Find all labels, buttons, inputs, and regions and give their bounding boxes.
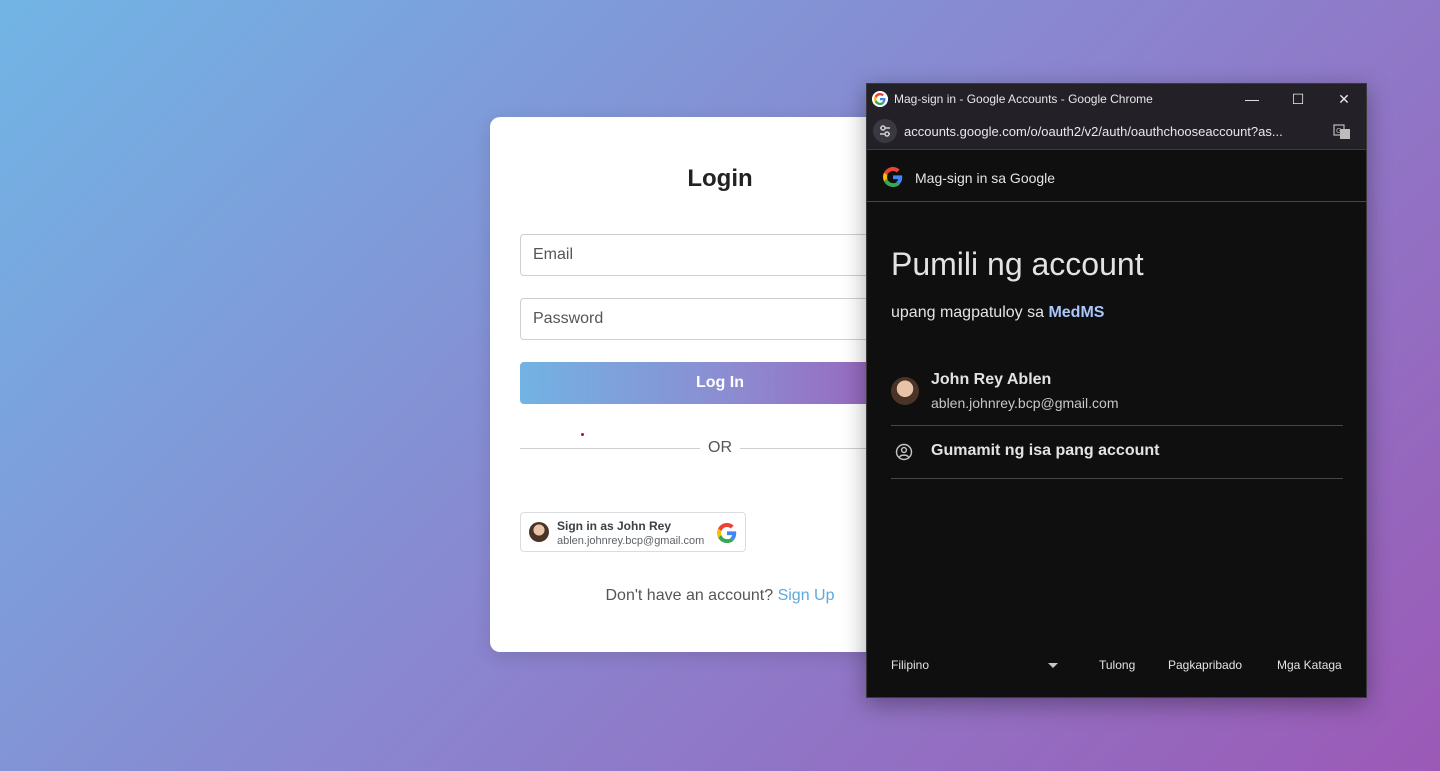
google-signin-popup-window: Mag-sign in - Google Accounts - Google C…	[866, 83, 1367, 698]
account-avatar-icon	[529, 522, 549, 542]
login-button[interactable]: Log In	[520, 362, 920, 404]
or-divider: OR	[520, 437, 920, 457]
account-name: John Rey Ablen	[931, 371, 1052, 388]
translate-icon[interactable]: G	[1333, 123, 1351, 141]
app-name-link[interactable]: MedMS	[1048, 304, 1104, 321]
footer-terms-link[interactable]: Mga Kataga	[1277, 658, 1342, 672]
maximize-icon[interactable]: ☐	[1275, 84, 1321, 115]
footer-help-link[interactable]: Tulong	[1099, 658, 1135, 672]
person-circle-icon	[895, 443, 913, 461]
google-sign-in-button[interactable]: Sign in as John Rey ablen.johnrey.bcp@gm…	[520, 512, 746, 552]
subheading-prefix: upang magpatuloy sa	[891, 304, 1044, 321]
google-button-name: Sign in as John Rey	[557, 519, 672, 533]
footer-privacy-link[interactable]: Pagkapribado	[1168, 658, 1242, 672]
site-settings-icon[interactable]	[873, 119, 897, 143]
google-header-text: Mag-sign in sa Google	[915, 170, 1056, 186]
email-input[interactable]	[520, 234, 920, 276]
language-selector[interactable]: Filipino	[891, 658, 929, 672]
close-icon[interactable]: ✕	[1321, 84, 1366, 115]
password-input[interactable]	[520, 298, 920, 340]
popup-footer: Filipino Tulong Pagkapribado Mga Kataga	[891, 658, 1343, 676]
choose-account-subheading: upang magpatuloy sa MedMS	[891, 304, 1104, 322]
google-header: Mag-sign in sa Google	[867, 150, 1366, 202]
window-title: Mag-sign in - Google Accounts - Google C…	[894, 92, 1153, 106]
signup-prompt: Don't have an account?	[605, 587, 774, 604]
address-bar[interactable]: accounts.google.com/o/oauth2/v2/auth/oau…	[867, 115, 1366, 150]
cursor-dot	[581, 433, 584, 436]
divider-line-left	[520, 448, 700, 449]
svg-text:G: G	[1336, 127, 1341, 135]
google-g-icon	[883, 167, 903, 187]
signup-link[interactable]: Sign Up	[778, 587, 835, 604]
account-email: ablen.johnrey.bcp@gmail.com	[931, 395, 1119, 411]
or-text: OR	[708, 439, 732, 456]
account-list-item[interactable]: John Rey Ablen ablen.johnrey.bcp@gmail.c…	[891, 361, 1343, 426]
google-g-icon	[717, 523, 737, 543]
use-another-account-item[interactable]: Gumamit ng isa pang account	[891, 426, 1343, 479]
choose-account-heading: Pumili ng account	[891, 246, 1144, 282]
google-button-email: ablen.johnrey.bcp@gmail.com	[557, 535, 705, 547]
use-another-account-text: Gumamit ng isa pang account	[931, 442, 1160, 459]
account-avatar-icon	[891, 377, 919, 405]
url-text[interactable]: accounts.google.com/o/oauth2/v2/auth/oau…	[904, 124, 1324, 139]
google-g-icon	[872, 91, 888, 107]
minimize-icon[interactable]: —	[1229, 84, 1275, 115]
window-titlebar[interactable]: Mag-sign in - Google Accounts - Google C…	[867, 84, 1366, 115]
dropdown-arrow-icon[interactable]	[1048, 663, 1058, 668]
